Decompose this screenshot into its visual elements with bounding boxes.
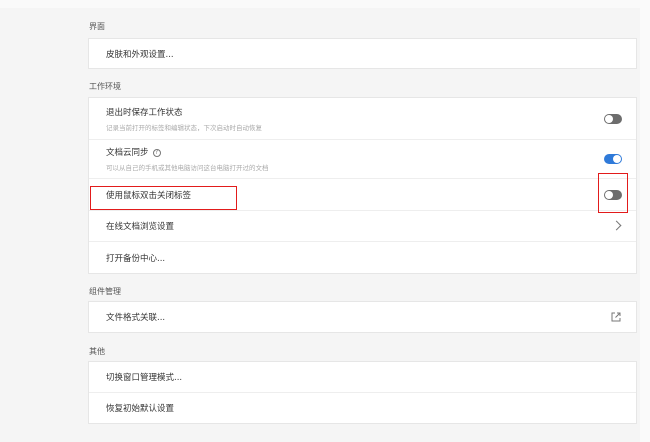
cloud-sync-row: 文档云同步? 可以从自己的手机或其他电脑访问这台电脑打开过的文档 [89,140,636,179]
row-title: 在线文档浏览设置 [106,222,175,232]
section-label-interface: 界面 [89,22,105,31]
switch-window-mode[interactable]: 切换窗口管理模式... [89,362,636,393]
external-link-icon [611,312,621,322]
section-label-other: 其他 [89,347,105,356]
row-title: 打开备份中心... [106,253,166,264]
save-state-toggle[interactable] [604,113,622,124]
file-format-association[interactable]: 文件格式关联... [89,302,636,332]
open-backup-center[interactable]: 打开备份中心... [89,242,636,273]
row-title: 皮肤和外观设置... [106,49,174,60]
online-doc-browse-settings[interactable]: 在线文档浏览设置 [89,211,636,242]
row-subtitle: 记录当前打开的标签和编辑状态，下次启动时自动恢复 [106,123,262,132]
restore-defaults[interactable]: 恢复初始默认设置 [89,393,636,423]
row-title: 文档云同步 [106,148,149,158]
row-title: 文件格式关联... [106,313,166,323]
components-card: 文件格式关联... [88,301,637,333]
highlight-box-label [90,186,237,210]
row-title: 切换窗口管理模式... [106,373,183,383]
save-state-on-exit-row: 退出时保存工作状态 记录当前打开的标签和编辑状态，下次启动时自动恢复 [89,98,636,140]
row-title: 退出时保存工作状态 [106,107,183,118]
skin-appearance-settings[interactable]: 皮肤和外观设置... [89,39,636,68]
top-band [0,0,650,8]
cloud-sync-toggle[interactable] [604,154,622,164]
row-title: 恢复初始默认设置 [106,404,175,414]
section-label-components: 组件管理 [89,287,121,296]
row-subtitle: 可以从自己的手机或其他电脑访问这台电脑打开过的文档 [106,164,269,172]
scrollbar-track[interactable] [640,8,650,442]
other-card: 切换窗口管理模式... 恢复初始默认设置 [88,361,637,424]
highlight-box-toggle [598,173,628,213]
section-label-workspace: 工作环境 [89,82,121,91]
interface-card: 皮肤和外观设置... [88,38,637,69]
help-icon[interactable]: ? [152,148,161,157]
